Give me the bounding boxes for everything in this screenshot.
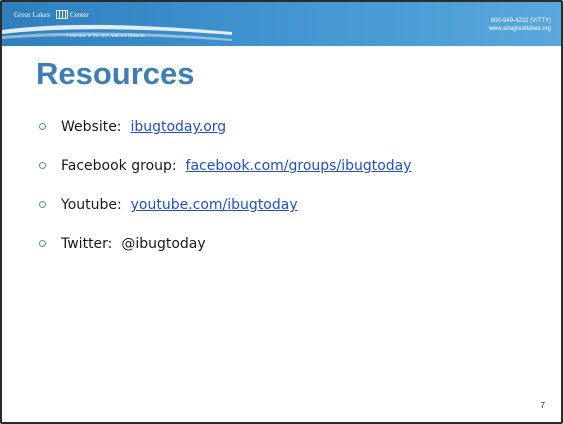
website-link[interactable]: ibugtoday.org <box>130 119 226 135</box>
bullet-icon <box>39 200 46 208</box>
phone-number: 800-949-4232 (V/TTY) <box>490 18 551 24</box>
slide-title: Resources <box>36 56 195 91</box>
org-name-left: Great Lakes <box>14 11 51 19</box>
page-number: 7 <box>540 401 545 410</box>
bullet-icon <box>39 161 46 169</box>
list-item-youtube: Youtube: youtube.com/ibugtoday <box>39 197 412 217</box>
twitter-handle: @ibugtoday <box>121 236 206 252</box>
slide: Great Lakes Center A Member of the ADA N… <box>0 0 563 424</box>
header-website: www.adagreatlakes.org <box>488 25 551 32</box>
bullet-label: Facebook group: <box>61 158 177 174</box>
list-item-twitter: Twitter: @ibugtoday <box>39 236 412 256</box>
contact-info: 800-949-4232 (V/TTY) www.adagreatlakes.o… <box>489 18 551 33</box>
bullet-icon <box>39 239 46 247</box>
bullet-icon <box>39 122 46 130</box>
facebook-link[interactable]: facebook.com/groups/ibugtoday <box>186 158 412 174</box>
org-name-right: Center <box>70 11 89 19</box>
tagline: A Member of the ADA National Network <box>66 33 145 38</box>
bullet-label: Youtube: <box>61 197 122 213</box>
bullet-label: Twitter: <box>61 236 113 252</box>
bullet-label: Website: <box>61 119 122 135</box>
swoosh-decoration <box>2 24 232 41</box>
header-banner: Great Lakes Center A Member of the ADA N… <box>2 2 561 46</box>
list-item-facebook: Facebook group: facebook.com/groups/ibug… <box>39 158 412 178</box>
list-item-website: Website: ibugtoday.org <box>39 119 412 139</box>
youtube-link[interactable]: youtube.com/ibugtoday <box>131 197 298 213</box>
resource-list: Website: ibugtoday.org Facebook group: f… <box>39 119 412 275</box>
ada-center-logo-icon <box>56 10 68 19</box>
